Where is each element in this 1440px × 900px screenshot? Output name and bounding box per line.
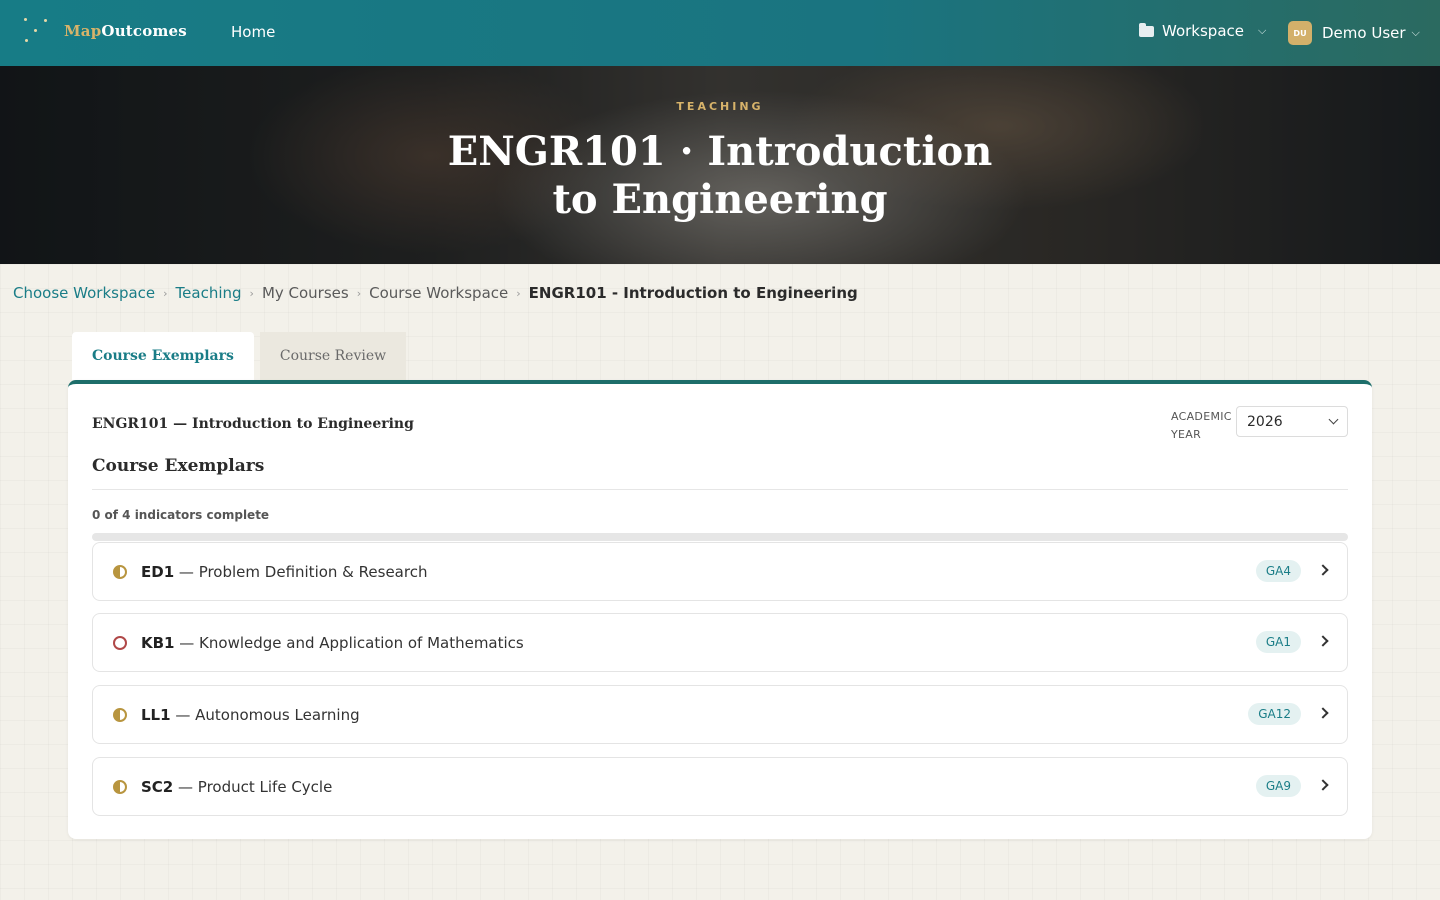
indicator-code: LL1 xyxy=(141,705,171,724)
ga-badge: GA9 xyxy=(1255,775,1301,797)
tab-bar: Course Exemplars Course Review xyxy=(72,332,407,380)
breadcrumb-separator-icon: › xyxy=(356,286,362,300)
status-partial-icon xyxy=(113,708,127,722)
hero-banner: TEACHING ENGR101 · Introduction to Engin… xyxy=(0,66,1440,264)
indicator-name: — Product Life Cycle xyxy=(178,777,333,796)
breadcrumb-teaching[interactable]: Teaching xyxy=(176,284,242,302)
breadcrumb-separator-icon: › xyxy=(516,286,521,300)
course-title: ENGR101 — Introduction to Engineering xyxy=(92,416,414,432)
brand-name[interactable]: MapOutcomes xyxy=(64,22,187,40)
breadcrumb-my-courses[interactable]: My Courses xyxy=(262,284,349,302)
academic-year-value: 2026 xyxy=(1247,413,1283,430)
ga-badge: GA12 xyxy=(1248,703,1301,725)
ga-badge: GA1 xyxy=(1255,631,1301,653)
academic-year-label: ACADEMIC YEAR xyxy=(1171,410,1232,441)
home-link[interactable]: Home xyxy=(231,23,275,41)
workspace-menu-label: Workspace xyxy=(1162,22,1244,40)
chevron-down-icon: ⌵ xyxy=(1411,26,1420,39)
chevron-down-icon xyxy=(1328,414,1339,425)
workspace-menu[interactable]: Workspace ⌵ xyxy=(1139,22,1266,40)
hero-kicker: TEACHING xyxy=(676,100,764,113)
breadcrumb-current: ENGR101 - Introduction to Engineering xyxy=(528,284,858,302)
indicator-row-ll1[interactable]: LL1 — Autonomous Learning GA12 xyxy=(92,685,1348,744)
logo-icon[interactable] xyxy=(22,16,52,48)
indicator-label: SC2 — Product Life Cycle xyxy=(141,778,332,796)
indicator-name: — Problem Definition & Research xyxy=(178,562,428,581)
ga-badge: GA4 xyxy=(1255,560,1301,582)
page-title: ENGR101 · Introduction to Engineering xyxy=(447,128,993,223)
divider xyxy=(92,489,1348,490)
status-partial-icon xyxy=(113,780,127,794)
tab-course-exemplars[interactable]: Course Exemplars xyxy=(72,332,254,380)
chevron-down-icon: ⌵ xyxy=(1258,24,1267,37)
chevron-right-icon xyxy=(1317,707,1329,719)
chevron-right-icon xyxy=(1317,635,1329,647)
user-menu[interactable]: DU Demo User ⌵ xyxy=(1288,21,1420,45)
status-partial-icon xyxy=(113,565,127,579)
user-name: Demo User xyxy=(1322,24,1406,42)
breadcrumb: Choose Workspace › Teaching › My Courses… xyxy=(13,284,858,302)
indicator-label: ED1 — Problem Definition & Research xyxy=(141,563,427,581)
course-exemplars-card: ENGR101 — Introduction to Engineering AC… xyxy=(68,380,1372,839)
chevron-right-icon xyxy=(1317,779,1329,791)
progress-text: 0 of 4 indicators complete xyxy=(92,508,270,522)
indicator-label: LL1 — Autonomous Learning xyxy=(141,706,360,724)
status-empty-icon xyxy=(113,636,127,650)
indicator-row-sc2[interactable]: SC2 — Product Life Cycle GA9 xyxy=(92,757,1348,816)
indicator-code: KB1 xyxy=(141,633,175,652)
breadcrumb-course-workspace[interactable]: Course Workspace xyxy=(369,284,508,302)
indicator-name: — Autonomous Learning xyxy=(175,705,360,724)
indicator-row-ed1[interactable]: ED1 — Problem Definition & Research GA4 xyxy=(92,542,1348,601)
indicator-code: SC2 xyxy=(141,777,174,796)
indicator-code: ED1 xyxy=(141,562,175,581)
progress-bar xyxy=(92,533,1348,541)
indicator-label: KB1 — Knowledge and Application of Mathe… xyxy=(141,634,524,652)
breadcrumb-separator-icon: › xyxy=(163,286,168,300)
tab-course-review[interactable]: Course Review xyxy=(259,332,407,380)
folder-icon xyxy=(1139,23,1154,37)
avatar: DU xyxy=(1288,21,1312,45)
indicator-row-kb1[interactable]: KB1 — Knowledge and Application of Mathe… xyxy=(92,613,1348,672)
section-title: Course Exemplars xyxy=(92,456,265,476)
academic-year-select[interactable]: 2026 xyxy=(1236,406,1348,437)
chevron-right-icon xyxy=(1317,564,1329,576)
breadcrumb-choose-workspace[interactable]: Choose Workspace xyxy=(13,284,155,302)
top-navbar: MapOutcomes Home Workspace ⌵ DU Demo Use… xyxy=(0,0,1440,66)
breadcrumb-separator-icon: › xyxy=(249,286,254,300)
indicator-name: — Knowledge and Application of Mathemati… xyxy=(179,633,524,652)
